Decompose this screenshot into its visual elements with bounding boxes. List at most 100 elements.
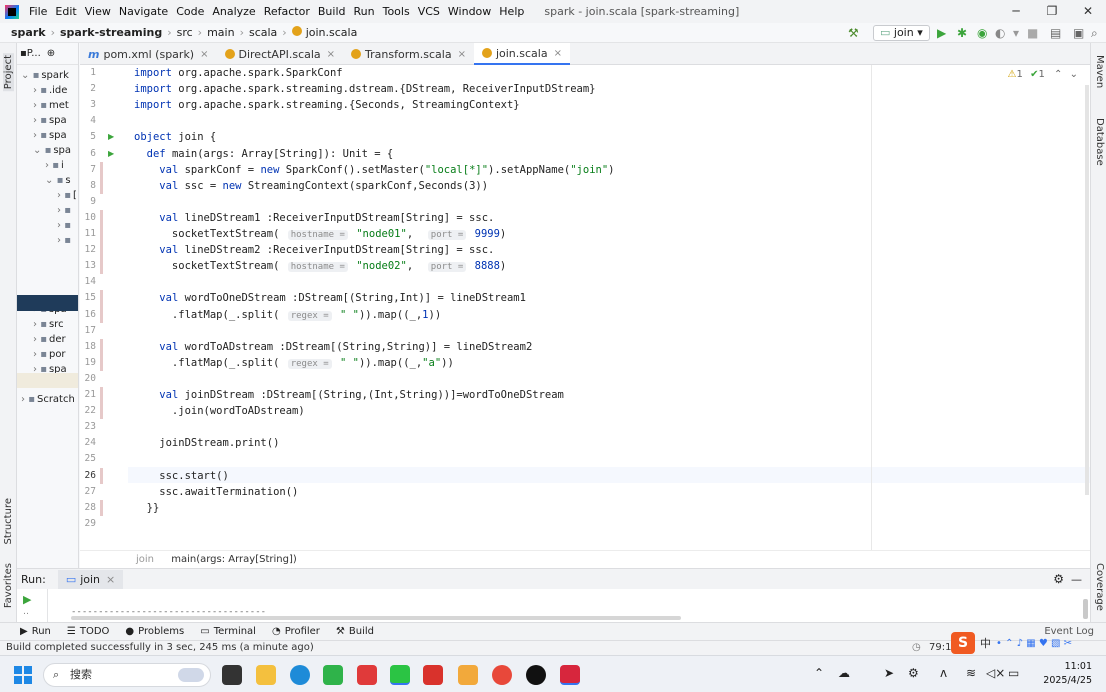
project-tree-item[interactable]: ⌄ ▪ spark [21,68,69,83]
code-line[interactable]: val sparkConf = new SparkConf().setMaste… [134,162,614,178]
tree-expand-icon[interactable]: ⌄ [33,145,45,156]
run-gutter-icon[interactable]: ▶ [108,149,114,158]
next-highlight-icon[interactable]: ⌄ [1070,69,1078,80]
menu-view[interactable]: View [81,5,115,18]
debug-icon[interactable]: ✱ [957,25,967,41]
code-line[interactable]: socketTextStream( hostname = "node02", p… [134,258,506,274]
project-view-select[interactable]: P... [27,48,41,59]
project-tree-item[interactable]: › ▪ [57,203,73,218]
volume-icon[interactable]: ◁× [986,666,1005,680]
run-icon[interactable]: ▶ [937,25,946,41]
breadcrumb-main[interactable]: main [204,26,237,39]
menu-code[interactable]: Code [172,5,208,18]
vcs-change-marker[interactable] [100,467,103,484]
project-tree-item[interactable]: › ▪ por [33,347,66,362]
project-structure-icon[interactable]: ▤ [1050,25,1061,41]
project-tree-item[interactable]: › ▪ .ide [33,83,67,98]
taskview-icon[interactable] [222,665,242,685]
tree-expand-icon[interactable]: ⌄ [21,70,33,81]
editor-tab[interactable]: DirectAPI.scala × [217,43,344,65]
edge-browser-icon[interactable] [290,665,310,685]
run-tool-button[interactable]: ▶ Run [20,626,51,637]
project-tree-item[interactable]: › ▪ [57,233,73,248]
prev-highlight-icon[interactable]: ⌃ [1054,69,1062,80]
code-line[interactable]: .join(wordToADstream) [134,403,305,419]
project-tree-item[interactable]: › ▪ [57,218,73,233]
hammer-build-icon[interactable]: ⚒ [848,25,859,41]
run-tab-join[interactable]: ▭ join × [57,569,124,589]
code-line[interactable]: val wordToOneDStream :DStream[(String,In… [134,290,526,306]
cloud-icon[interactable]: ☁ [838,666,850,680]
database-tool-button[interactable]: Database [1094,118,1105,166]
event-log-button[interactable]: Event Log [1044,626,1094,637]
code-editor[interactable]: 1 2 3 4 5 6 7 8 9 10 11 12 13 14 15 16 17 18 19 20 21 22 23 24 2… [80,65,1090,550]
menu-tools[interactable]: Tools [379,5,414,18]
run-gutter-icon[interactable]: ▶ [108,132,114,141]
profile-icon[interactable]: ◐ [995,25,1005,41]
locate-icon[interactable]: ⊕ [47,48,55,59]
favorites-tool-button[interactable]: Favorites [3,563,14,608]
wifi-icon[interactable]: ≋ [966,666,976,680]
structure-tool-button[interactable]: Structure [3,498,14,545]
vcs-change-marker[interactable] [100,499,103,516]
ime-toolbar-icons[interactable]: • ⌃ ♪ ▦ ♥ ▧ ✂ [996,637,1072,651]
project-tree-item[interactable]: › ▪ src [33,317,64,332]
close-button[interactable]: ✕ [1070,0,1106,23]
run-console[interactable]: ▶ ‥ ------------------------------------ [17,589,1090,622]
vcs-change-marker[interactable] [100,161,103,194]
editor-tab[interactable]: join.scala × [473,43,570,65]
memory-icon[interactable]: ◷ [912,641,921,655]
app-icon-orange[interactable] [458,665,478,685]
close-tab-icon[interactable]: × [458,49,466,60]
coverage-tool-button[interactable]: Coverage [1094,563,1105,611]
more-run-icon[interactable]: ▾ [1013,25,1019,41]
menu-refactor[interactable]: Refactor [260,5,314,18]
menu-vcs[interactable]: VCS [414,5,444,18]
location-icon[interactable]: ➤ [884,666,894,680]
problems-tool-button[interactable]: ● Problems [125,626,184,637]
windows-start-icon[interactable] [14,666,32,684]
close-run-tab-icon[interactable]: × [106,573,115,586]
run-config-select[interactable]: ▭ join ▾ [873,25,930,41]
caret-position[interactable]: 79:1 [929,641,951,655]
profiler-tool-button[interactable]: ◔ Profiler [272,626,320,637]
menu-edit[interactable]: Edit [51,5,80,18]
intellij-logo-icon[interactable] [5,4,19,19]
crumb-method[interactable]: main(args: Array[String]) [171,554,297,565]
tree-selection-highlight[interactable] [17,295,78,311]
project-tree-item[interactable]: ⌄ ▪ spa [33,143,71,158]
code-line[interactable]: val wordToADstream :DStream[(String,Stri… [134,339,532,355]
layout-icon[interactable]: ▣ [1073,25,1084,41]
code-line[interactable]: val lineDStream1 :ReceiverInputDStream[S… [134,210,494,226]
code-line[interactable]: .flatMap(_.split( regex = " ")).map((_,1… [134,307,441,323]
inspection-widget[interactable]: ⚠1 ✔1 ⌃ ⌄ [1008,69,1078,80]
vcs-change-marker[interactable] [100,387,103,420]
battery-icon[interactable]: ▭ [1008,666,1019,680]
app-icon-red[interactable] [492,665,512,685]
wechat-icon[interactable] [390,665,410,685]
code-line[interactable]: }} [134,500,160,516]
code-line[interactable]: def main(args: Array[String]): Unit = { [134,146,394,162]
code-line[interactable]: ssc.start() [134,468,229,484]
menu-analyze[interactable]: Analyze [208,5,259,18]
settings-gear-icon[interactable]: ⚙ [1053,572,1064,586]
wechat-work-icon[interactable] [323,665,343,685]
code-line[interactable]: val joinDStream :DStream[(String,(Int,St… [134,387,564,403]
menu-help[interactable]: Help [495,5,528,18]
tree-hover-row[interactable] [17,373,78,388]
console-hscrollbar[interactable] [71,616,681,620]
terminal-tool-button[interactable]: ▭ Terminal [200,626,256,637]
breadcrumb-src[interactable]: src [174,26,196,39]
network-settings-icon[interactable]: ⚙ [908,666,919,680]
project-tool-button[interactable]: Project [3,53,14,92]
minimize-button[interactable]: ─ [998,0,1034,23]
project-tree-item[interactable]: ⌄ ▪ s [45,173,71,188]
file-explorer-icon[interactable] [256,665,276,685]
taskbar-clock[interactable]: 11:01 2025/4/25 [1043,660,1092,688]
close-tab-icon[interactable]: × [554,48,562,59]
editor-scrollbar[interactable] [1085,85,1089,495]
ime-mode[interactable]: 中 [980,637,991,651]
project-tree-item[interactable]: › ▪ Scratch [21,392,75,407]
coverage-run-icon[interactable]: ◉ [977,25,987,41]
sogou-ime-icon[interactable]: S [951,632,975,654]
